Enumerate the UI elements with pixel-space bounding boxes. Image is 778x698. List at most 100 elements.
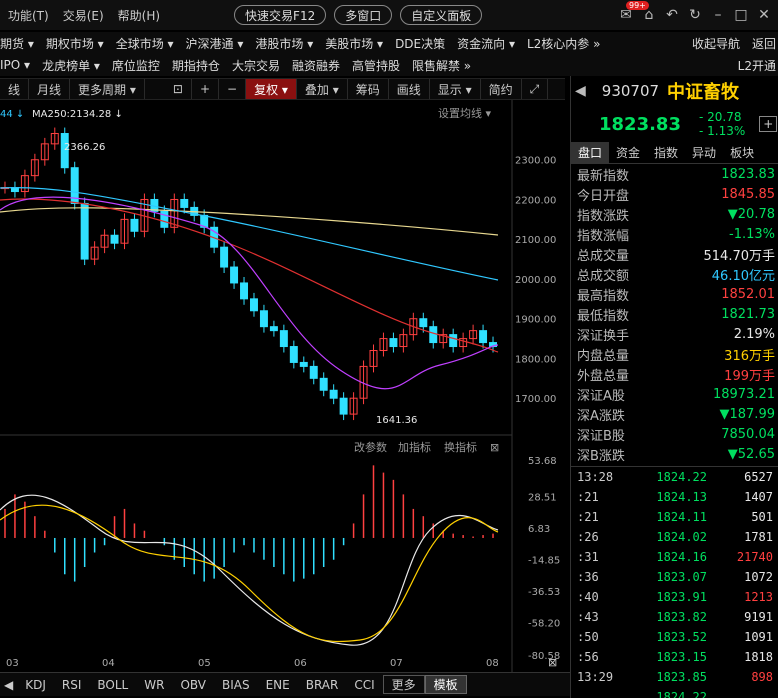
scroll-left-icon[interactable]: ◀: [0, 678, 17, 692]
multi-window-button[interactable]: 多窗口: [334, 5, 393, 25]
candle-body: [289, 346, 298, 363]
quote-row: 深证换手 2.19%: [571, 324, 778, 344]
nav-connect[interactable]: 沪深港通 ▾: [186, 35, 244, 52]
quote-value: 18973.21: [712, 386, 775, 402]
nav-margin[interactable]: 融资融券: [292, 57, 340, 74]
tick-price: 1823.82: [656, 610, 707, 624]
add-watchlist-icon[interactable]: +: [759, 116, 778, 132]
menu-help[interactable]: 帮助(H): [118, 7, 160, 24]
nav-hk[interactable]: 港股市场 ▾: [255, 35, 313, 52]
tick-list: 13:28 1824.22 6527:21 1824.13 1407:21 1824.11…: [571, 466, 778, 698]
nav-index-holdings[interactable]: 期指持仓: [172, 57, 220, 74]
indicator-boll[interactable]: BOLL: [89, 678, 136, 692]
tick-volume: 21740: [736, 550, 773, 564]
lock-icon[interactable]: ⊡: [165, 79, 192, 99]
l2-open-button[interactable]: L2开通: [738, 57, 776, 74]
price-tick-label: 1800.00: [515, 354, 556, 365]
back-icon[interactable]: ↶: [662, 7, 682, 23]
tick-time: 13:29: [577, 670, 614, 684]
nav-options[interactable]: 期权市场 ▾: [46, 35, 104, 52]
nav-global[interactable]: 全球市场 ▾: [116, 35, 174, 52]
indicator-rsi[interactable]: RSI: [54, 678, 90, 692]
quote-label: 深证换手: [577, 328, 630, 344]
candle-body: [389, 338, 398, 348]
indicator-brar[interactable]: BRAR: [298, 678, 347, 692]
maximize-icon[interactable]: □: [731, 7, 751, 23]
custom-panel-button[interactable]: 自定义面板: [400, 5, 483, 25]
tick-row: 1824.22: [571, 687, 778, 698]
month-label: 04: [102, 658, 115, 669]
quote-label: 最新指数: [577, 168, 630, 184]
nav-ipo[interactable]: IPO ▾: [0, 58, 30, 72]
overlay-dropdown[interactable]: 叠加 ▾: [297, 79, 348, 99]
chips-button[interactable]: 筹码: [348, 79, 389, 99]
month-line-tab[interactable]: 月线: [29, 79, 71, 99]
minimize-icon[interactable]: –: [708, 7, 728, 23]
candle-body: [449, 334, 458, 348]
tab-anomaly[interactable]: 异动: [685, 142, 723, 163]
nav-l2[interactable]: L2核心内参 »: [527, 35, 600, 52]
tick-time: :36: [577, 570, 599, 584]
tick-row: 13:28 1824.22 6527: [571, 467, 778, 487]
indicator-bias[interactable]: BIAS: [214, 678, 258, 692]
menu-function[interactable]: 功能(T): [8, 7, 49, 24]
indicator-wr[interactable]: WR: [136, 678, 172, 692]
quick-trade-button[interactable]: 快速交易F12: [234, 5, 327, 25]
quote-label: 外盘总量: [577, 368, 630, 384]
tab-funds[interactable]: 资金: [609, 142, 647, 163]
indicator-cci[interactable]: CCI: [346, 678, 382, 692]
return-button[interactable]: 返回: [752, 35, 776, 52]
prev-stock-icon[interactable]: ◀: [575, 83, 586, 99]
month-label: 03: [6, 658, 19, 669]
collapse-nav-button[interactable]: 收起导航: [692, 35, 740, 52]
price-tick-label: 2000.00: [515, 275, 556, 286]
nav-futures[interactable]: 期货 ▾: [0, 35, 34, 52]
restore-right-dropdown[interactable]: 复权 ▾: [246, 79, 297, 99]
stock-code: 930707: [601, 82, 660, 100]
tick-time: :21: [577, 510, 599, 524]
more-indicators-button[interactable]: 更多: [382, 675, 425, 694]
display-dropdown[interactable]: 显示 ▾: [430, 79, 481, 99]
zoom-in-icon[interactable]: +: [192, 79, 219, 99]
simple-button[interactable]: 简约: [481, 79, 522, 99]
change-params-button[interactable]: 改参数: [354, 440, 387, 454]
nav-dragon-tiger[interactable]: 龙虎榜单 ▾: [42, 57, 100, 74]
tab-sector[interactable]: 板块: [723, 142, 761, 163]
indicator-ene[interactable]: ENE: [258, 678, 298, 692]
nav-fund-flow[interactable]: 资金流向 ▾: [457, 35, 515, 52]
menu-trade[interactable]: 交易(E): [63, 7, 104, 24]
template-button[interactable]: 模板: [424, 675, 467, 694]
tab-index[interactable]: 指数: [647, 142, 685, 163]
home-icon[interactable]: ⌂: [639, 7, 659, 23]
mail-icon[interactable]: ✉ 99+: [616, 1, 649, 23]
switch-indicator-button[interactable]: 换指标: [444, 440, 477, 454]
tick-price: 1823.91: [656, 590, 707, 604]
close-icon[interactable]: ✕: [754, 7, 774, 23]
period-line-tab[interactable]: 线: [0, 79, 30, 99]
close-indicator-icon[interactable]: ⊠: [490, 441, 499, 454]
expand-icon[interactable]: ⤢: [522, 79, 549, 99]
nav-dde[interactable]: DDE决策: [395, 35, 445, 52]
indicator-kdj[interactable]: KDJ: [17, 678, 54, 692]
nav-seat-monitor[interactable]: 席位监控: [112, 57, 160, 74]
nav-unlock[interactable]: 限售解禁 »: [412, 57, 471, 74]
tick-volume: 1407: [744, 490, 773, 504]
ma-prefix-label: 44 ↓: [0, 109, 24, 120]
chart-scroll-icon[interactable]: ⊠: [548, 656, 557, 669]
candle-body: [110, 234, 119, 244]
candle-body: [230, 266, 239, 284]
more-period-dropdown[interactable]: 更多周期 ▾: [70, 79, 145, 99]
quote-value: 316万手: [724, 348, 775, 364]
nav-exec-holdings[interactable]: 高管持股: [352, 57, 400, 74]
tab-handicap[interactable]: 盘口: [571, 142, 610, 163]
draw-line-button[interactable]: 画线: [389, 79, 430, 99]
add-indicator-button[interactable]: 加指标: [398, 440, 431, 454]
refresh-icon[interactable]: ↻: [685, 7, 705, 23]
set-ma-button[interactable]: 设置均线 ▾: [438, 106, 491, 120]
quote-label: 深A涨跌: [577, 408, 625, 424]
nav-us[interactable]: 美股市场 ▾: [325, 35, 383, 52]
indicator-obv[interactable]: OBV: [172, 678, 214, 692]
kline-chart[interactable]: 44 ↓ MA250:2134.28 ↓ 设置均线 ▾ 2300.00 2200.…: [0, 100, 565, 675]
nav-block-trade[interactable]: 大宗交易: [232, 57, 280, 74]
zoom-out-icon[interactable]: −: [219, 79, 247, 99]
